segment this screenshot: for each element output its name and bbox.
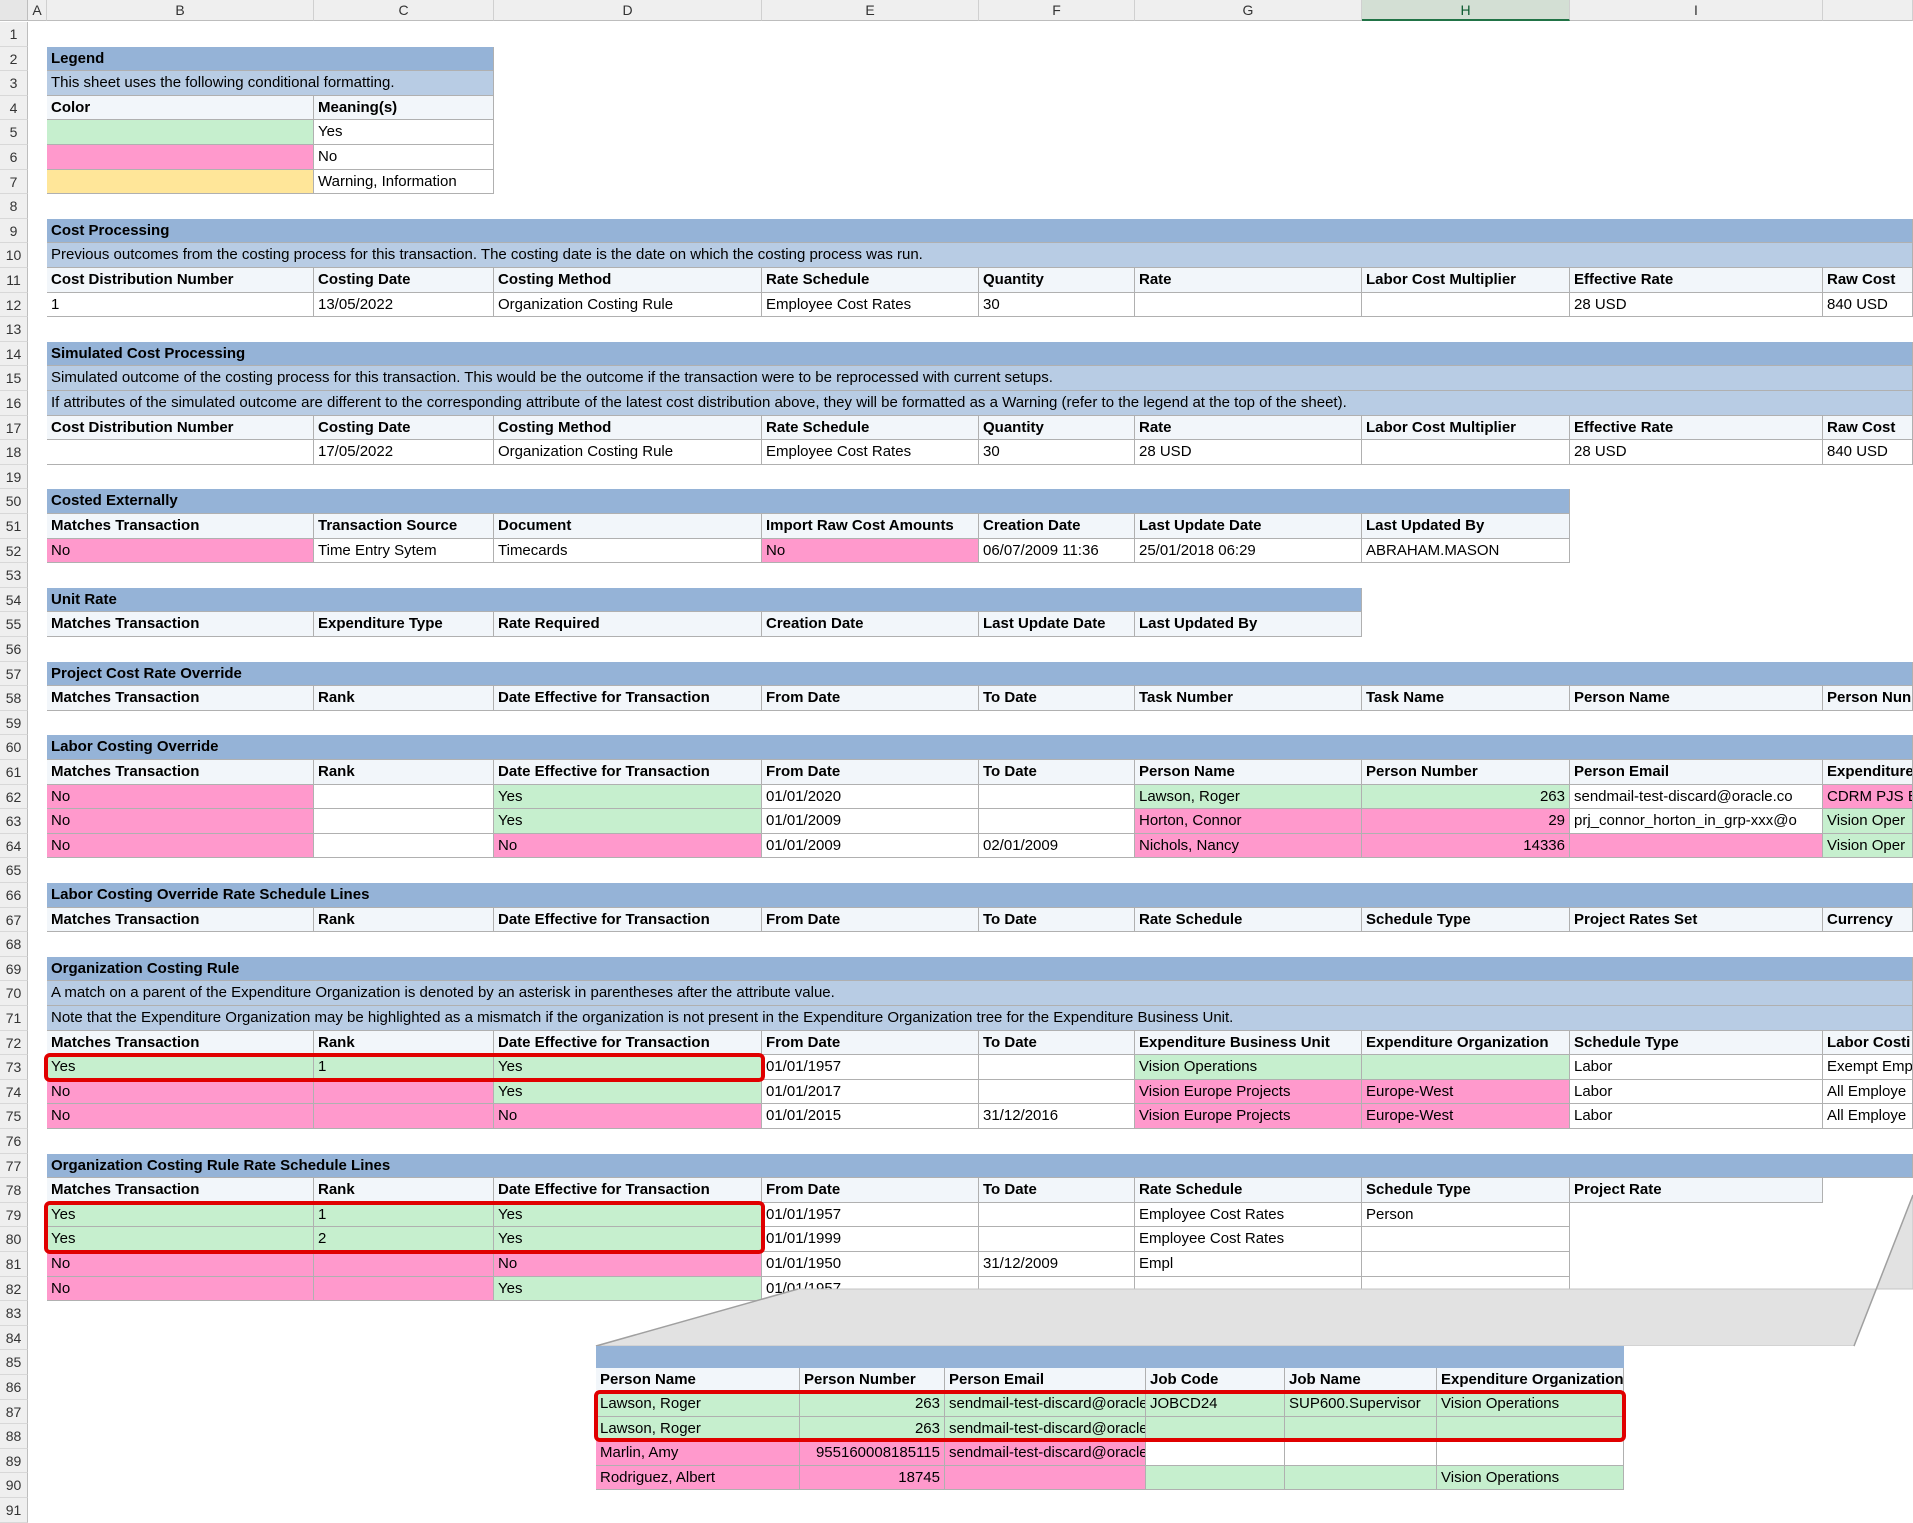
table-cell: 18745: [800, 1465, 945, 1490]
table-cell: 955160008185115: [800, 1441, 945, 1466]
zoom-title-band: [596, 1346, 1624, 1368]
table-cell: Marlin, Amy: [596, 1441, 800, 1466]
table-cell: [1146, 1441, 1285, 1466]
table-cell: [1146, 1465, 1285, 1490]
column-heading: Job Name: [1285, 1368, 1437, 1392]
column-heading: Person Email: [945, 1368, 1146, 1392]
table-cell: Rodriguez, Albert: [596, 1465, 800, 1490]
table-cell: [1437, 1441, 1624, 1466]
table-cell: [1285, 1465, 1437, 1490]
table-cell: Vision Operations: [1437, 1465, 1624, 1490]
highlight-zoom-match: [594, 1390, 1626, 1442]
zoom-callout-shape: [595, 1194, 1913, 1347]
column-heading: Expenditure Organization: [1437, 1368, 1624, 1392]
table-cell: [1285, 1441, 1437, 1466]
column-heading: Job Code: [1146, 1368, 1285, 1392]
table-cell: sendmail-test-discard@oracle.com: [945, 1441, 1146, 1466]
table-cell: [945, 1465, 1146, 1490]
zoom-callout: Person Name Person Number Person Email Job …: [594, 1346, 1854, 1494]
column-heading: Person Name: [596, 1368, 800, 1392]
column-heading: Person Number: [800, 1368, 945, 1392]
